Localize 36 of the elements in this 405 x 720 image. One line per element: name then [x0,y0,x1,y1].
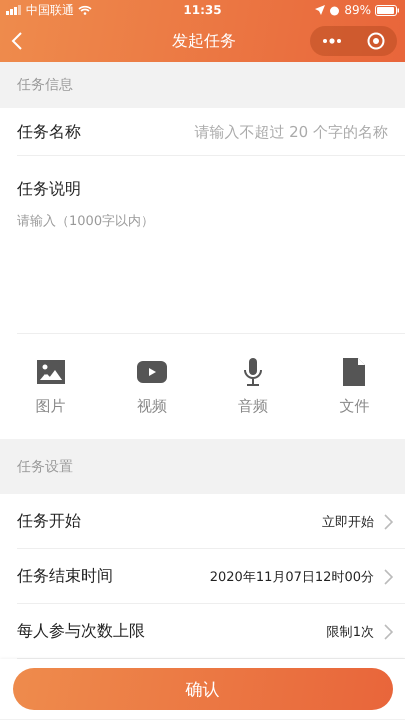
location-icon [315,5,326,15]
carrier-name: 中国联通 [26,2,74,18]
file-icon [343,358,366,386]
setting-value: 2020年11月07日12时00分 [210,568,374,586]
setting-row[interactable]: 每人参与次数上限 限制1次 [0,604,405,659]
task-name-field[interactable]: 请输入不超过 20 个字的名称 [81,108,405,156]
chevron-icon [384,568,393,584]
attachment-button[interactable]: 文件 [304,334,405,439]
confirm-button[interactable]: 确认 [12,668,392,710]
setting-label: 每人参与次数上限 [17,621,146,642]
setting-value: 立即开始 [322,514,374,530]
more-icon[interactable] [322,38,342,44]
chevron-icon [384,624,393,640]
setting-value: 限制1次 [326,624,374,640]
task-description-field[interactable]: 请输入（1000字以内） [0,200,405,334]
setting-label: 任务开始 [17,511,82,532]
attachment-button[interactable]: 音频 [202,334,304,439]
chevron-icon [384,514,393,530]
microphone-icon [242,358,264,386]
setting-row[interactable]: 任务结束时间 2020年11月07日12时00分 [0,549,405,604]
signal-icon [6,5,22,15]
section-title: 任务设置 [17,458,73,476]
setting-row[interactable]: 任务开始 立即开始 [0,494,405,549]
field-label: 任务名称 [0,108,81,156]
battery-icon [375,4,399,16]
attachment-button[interactable]: 视频 [101,334,202,439]
field-label: 任务说明 [17,179,81,200]
attachment-button[interactable]: 图片 [0,334,102,439]
play-icon [136,361,167,383]
setting-label: 任务结束时间 [17,566,114,587]
page-title: 发起任务 [172,30,236,50]
wifi-icon [78,5,92,15]
section-title: 任务信息 [17,76,73,94]
battery-percent: 89% [344,3,371,17]
status-time: 11:35 [183,3,222,17]
image-icon [36,360,65,384]
